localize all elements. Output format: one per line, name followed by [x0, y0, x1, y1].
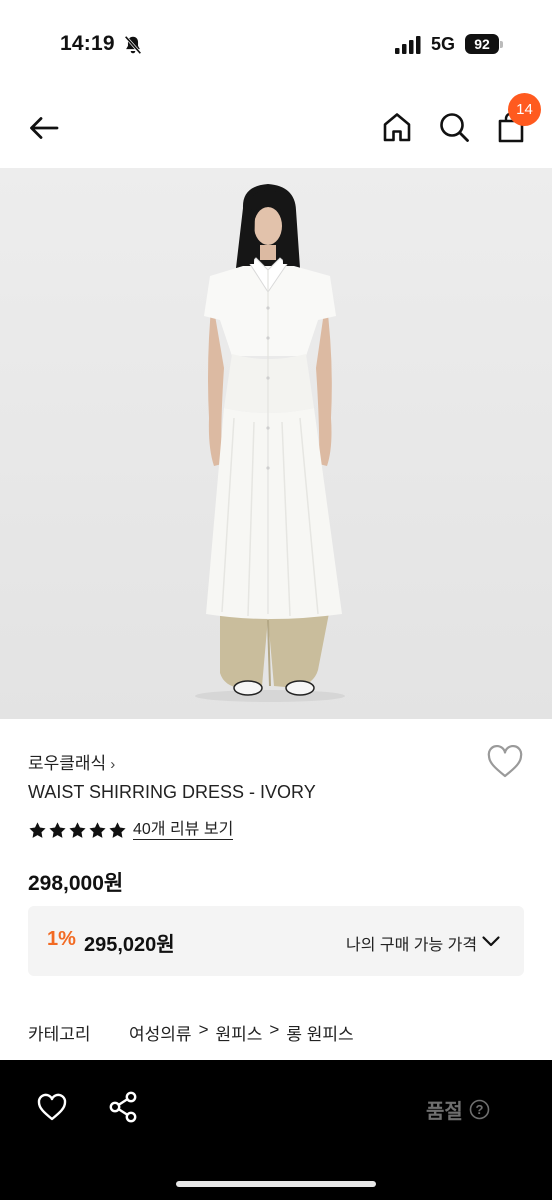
star-icon: [109, 821, 126, 838]
star-rating: [28, 821, 127, 840]
breadcrumb-item[interactable]: 여성의류: [129, 1020, 192, 1045]
chevron-down-icon: [482, 936, 500, 947]
my-price-box[interactable]: 1% 295,020원 나의 구매 가능 가격: [28, 906, 524, 976]
home-indicator: [176, 1181, 376, 1187]
battery-indicator: 92: [465, 34, 503, 54]
battery-cap: [500, 41, 503, 48]
star-icon: [89, 821, 106, 838]
heart-icon[interactable]: [36, 1092, 68, 1122]
heart-icon[interactable]: [486, 745, 524, 779]
soldout-status: 품절 ?: [426, 1095, 490, 1124]
breadcrumb: 여성의류 > 원피스 > 롱 원피스: [129, 1020, 354, 1045]
help-icon[interactable]: ?: [469, 1099, 490, 1120]
soldout-label: 품절: [426, 1101, 463, 1123]
top-nav-bar: 14: [0, 88, 552, 168]
breadcrumb-item[interactable]: 롱 원피스: [286, 1020, 353, 1045]
discount-price: 295,020원: [84, 934, 175, 956]
rating-row: 40개 리뷰 보기: [28, 819, 234, 841]
star-icon: [69, 821, 86, 838]
my-price-label: 나의 구매 가능 가격: [346, 937, 478, 954]
model-photo: [0, 168, 552, 719]
cart-count-badge: 14: [508, 93, 541, 126]
signal-icon: [395, 36, 421, 54]
breadcrumb-item[interactable]: 원피스: [216, 1020, 263, 1045]
share-icon[interactable]: [108, 1091, 138, 1123]
network-label: 5G: [431, 34, 456, 54]
discount-rate: 1%: [47, 928, 76, 950]
brand-link[interactable]: 로우클래식 ›: [28, 749, 115, 774]
back-arrow-icon[interactable]: [26, 110, 62, 146]
star-icon: [49, 821, 66, 838]
breadcrumb-separator: >: [269, 1020, 280, 1039]
review-link[interactable]: 40개 리뷰 보기: [133, 820, 234, 840]
brand-name: 로우클래식: [28, 754, 107, 773]
search-icon[interactable]: [437, 110, 471, 144]
bottom-action-bar: 품절 ?: [0, 1060, 552, 1200]
svg-text:?: ?: [475, 1102, 483, 1117]
product-image[interactable]: [0, 168, 552, 719]
product-name: WAIST SHIRRING DRESS - IVORY: [28, 782, 316, 802]
category-label: 카테고리: [28, 1025, 91, 1044]
home-icon[interactable]: [380, 110, 414, 144]
bell-slash-icon: [124, 35, 142, 55]
status-time: 14:19: [60, 32, 115, 55]
star-icon: [29, 821, 46, 838]
breadcrumb-separator: >: [198, 1020, 209, 1039]
battery-level: 92: [465, 34, 499, 54]
product-price: 298,000원: [28, 872, 124, 895]
status-bar: 14:19 5G 92: [0, 0, 552, 88]
chevron-right-icon: ›: [110, 756, 116, 773]
